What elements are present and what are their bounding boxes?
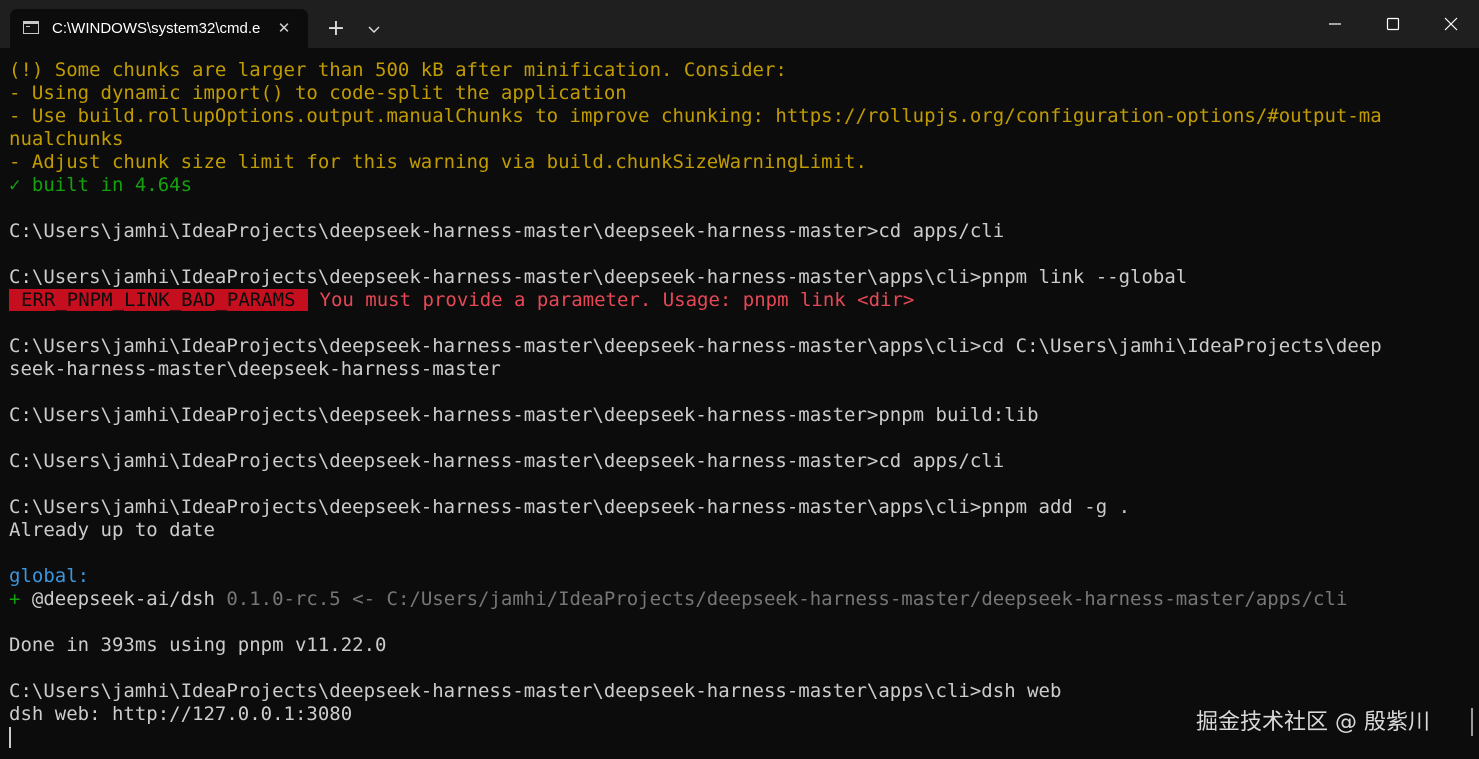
terminal-text: C:\Users\jamhi\IdeaProjects\deepseek-har… [9,266,1188,288]
terminal-line: C:\Users\jamhi\IdeaProjects\deepseek-har… [9,496,1471,519]
text-cursor [9,727,11,748]
title-bar[interactable]: C:\WINDOWS\system32\cmd.e ✕ + [0,0,1479,48]
terminal-text: C:\Users\jamhi\IdeaProjects\deepseek-har… [9,220,1005,242]
terminal-text: Done in 393ms using pnpm v11.22.0 [9,634,387,656]
terminal-text: dsh web: http://127.0.0.1:3080 [9,703,353,725]
terminal-text: nualchunks [9,128,124,150]
terminal-text: You must provide a parameter. Usage: pnp… [319,289,915,311]
close-icon[interactable] [1422,0,1479,48]
terminal-text: C:\Users\jamhi\IdeaProjects\deepseek-har… [9,496,1131,518]
terminal-line: ERR_PNPM_LINK_BAD_PARAMS You must provide… [9,289,1471,312]
terminal-text: - Using dynamic import() to code-split t… [9,82,627,104]
terminal-line: C:\Users\jamhi\IdeaProjects\deepseek-har… [9,335,1471,358]
terminal-text: + [9,588,21,610]
terminal-text: global: [9,565,90,587]
terminal-line: C:\Users\jamhi\IdeaProjects\deepseek-har… [9,266,1471,289]
tab-cmd[interactable]: C:\WINDOWS\system32\cmd.e ✕ [10,9,308,48]
terminal-line: (!) Some chunks are larger than 500 kB a… [9,59,1471,82]
terminal-line: nualchunks [9,128,1471,151]
terminal-line: ✓ built in 4.64s [9,174,1471,197]
terminal-text: seek-harness-master\deepseek-harness-mas… [9,358,501,380]
terminal-window: C:\WINDOWS\system32\cmd.e ✕ + (!) Some c… [0,0,1479,759]
terminal-line: - Using dynamic import() to code-split t… [9,82,1471,105]
terminal-line: C:\Users\jamhi\IdeaProjects\deepseek-har… [9,404,1471,427]
terminal-text: C:\Users\jamhi\IdeaProjects\deepseek-har… [9,335,1382,357]
terminal-line: global: [9,565,1471,588]
tab-title: C:\WINDOWS\system32\cmd.e [52,20,260,37]
close-icon[interactable]: ✕ [274,18,294,38]
terminal-line: + @deepseek-ai/dsh 0.1.0-rc.5 <- C:/User… [9,588,1471,611]
chevron-down-icon[interactable] [362,16,386,44]
scrollbar[interactable] [1471,708,1473,736]
watermark: 掘金技术社区 @ 殷紫川 [1196,710,1430,735]
terminal-text: C:\Users\jamhi\IdeaProjects\deepseek-har… [9,680,1062,702]
terminal-text: Already up to date [9,519,215,541]
minimize-icon[interactable] [1306,0,1364,48]
terminal-text: - Adjust chunk size limit for this warni… [9,151,867,173]
terminal-text: @deepseek-ai/dsh [20,588,227,610]
terminal-line: C:\Users\jamhi\IdeaProjects\deepseek-har… [9,450,1471,473]
terminal-line: C:\Users\jamhi\IdeaProjects\deepseek-har… [9,680,1471,703]
terminal-text: ✓ built in 4.64s [9,174,193,196]
cmd-icon [23,21,39,34]
terminal-output[interactable]: (!) Some chunks are larger than 500 kB a… [9,59,1471,749]
plus-icon[interactable]: + [322,16,350,44]
terminal-text: C:\Users\jamhi\IdeaProjects\deepseek-har… [9,404,1039,426]
terminal-line: seek-harness-master\deepseek-harness-mas… [9,358,1471,381]
maximize-icon[interactable] [1364,0,1422,48]
terminal-line: Already up to date [9,519,1471,542]
terminal-line: Done in 393ms using pnpm v11.22.0 [9,634,1471,657]
terminal-line: - Use build.rollupOptions.output.manualC… [9,105,1471,128]
terminal-text: - Use build.rollupOptions.output.manualC… [9,105,1382,127]
error-badge: ERR_PNPM_LINK_BAD_PARAMS [9,289,308,311]
terminal-line: C:\Users\jamhi\IdeaProjects\deepseek-har… [9,220,1471,243]
terminal-line: - Adjust chunk size limit for this warni… [9,151,1471,174]
terminal-text: C:\Users\jamhi\IdeaProjects\deepseek-har… [9,450,1005,472]
terminal-text: (!) Some chunks are larger than 500 kB a… [9,59,787,81]
terminal-text: 0.1.0-rc.5 <- C:/Users/jamhi/IdeaProject… [226,588,1348,610]
